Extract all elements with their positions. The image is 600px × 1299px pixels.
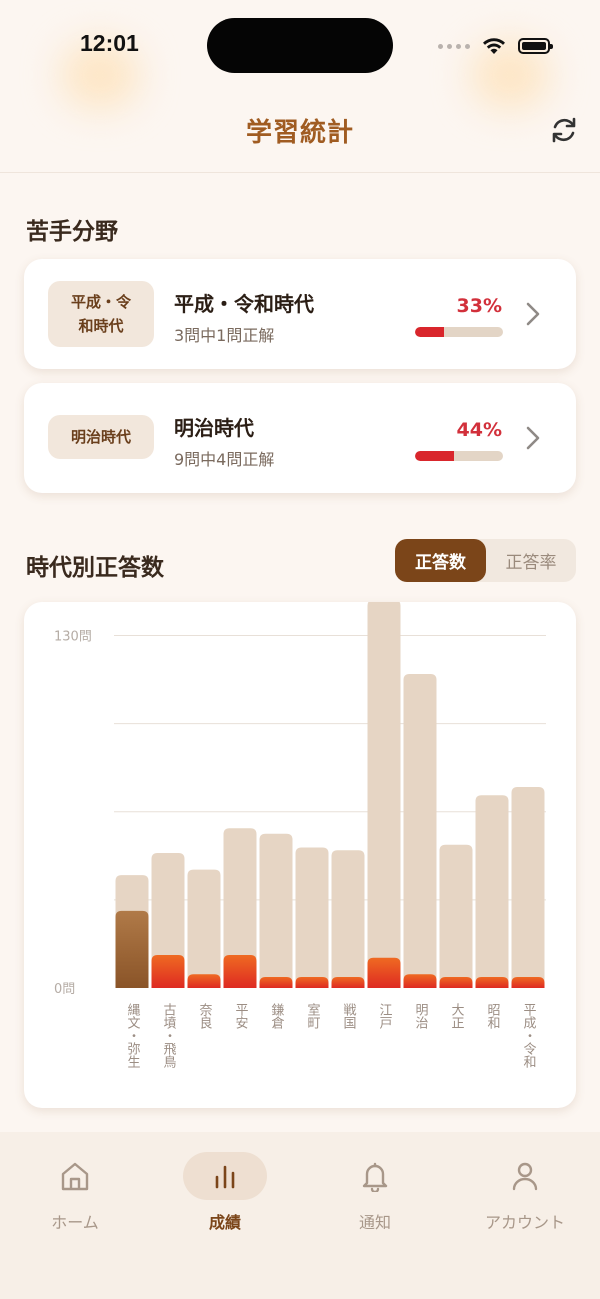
status-time: 12:01 [80,30,139,56]
x-tick-label: 戦国 [341,1003,357,1029]
x-tick-label: 江戸 [377,1003,393,1029]
weak-item-tag: 平成・令 和時代 [48,281,154,347]
weak-item-progress-fill [415,451,454,461]
bar-correct [367,957,401,988]
tab-stats[interactable]: 成績 [150,1152,300,1242]
weak-item-detail: 3問中1問正解 [174,326,275,345]
tab-notifications[interactable]: 通知 [300,1152,450,1242]
bar-correct [259,976,293,988]
bar-correct [331,976,365,988]
x-tick-label: 大正 [449,1003,465,1029]
bar-total [439,844,473,988]
chevron-right-icon [526,302,540,326]
chart-section-title: 時代別正答数 [26,555,164,581]
bar-chart-icon [215,1165,235,1189]
status-bar: 12:01 [0,0,600,90]
weak-item-tag: 明治時代 [48,415,154,459]
chevron-right-icon [526,426,540,450]
bar-total [187,869,221,988]
y-tick-label: 130問 [54,630,92,645]
bar-chart: 0問 130問縄文・弥生 古墳・飛鳥 奈良 平安 鎌倉 室町 戦国 江戸 明治 大正 昭和 平成・令和 [54,602,546,1069]
battery-icon [518,38,553,54]
bell-icon [362,1162,388,1192]
weak-item-name: 平成・令和時代 [174,292,314,316]
toggle-correct-rate[interactable]: 正答率 [486,539,576,582]
wifi-icon [483,38,505,54]
x-tick-label: 平成・令和 [521,1003,537,1068]
x-tick-label: 奈良 [197,1003,213,1029]
person-icon [512,1162,538,1191]
header-divider [0,172,600,173]
x-tick-label: 明治 [413,1003,429,1029]
bar-total [295,847,329,988]
bar-correct [403,974,437,988]
status-icons [438,36,553,56]
x-tick-label: 室町 [305,1002,321,1029]
x-tick-label: 平安 [233,1003,249,1029]
chart-card: 0問 130問縄文・弥生 古墳・飛鳥 奈良 平安 鎌倉 室町 戦国 江戸 明治 大正 昭和 平成・令和 [24,602,576,1108]
home-icon [61,1162,89,1191]
weak-item-detail: 9問中4問正解 [174,450,275,469]
chart-mode-toggle: 正答数 正答率 [395,539,576,582]
weak-item-percent: 44% [456,419,502,441]
y-tick-label: 0問 [54,982,75,997]
weak-item-card[interactable]: 明治時代 明治時代 9問中4問正解 44% [24,383,576,493]
weak-item-progress-fill [415,327,445,337]
x-tick-label: 鎌倉 [269,1003,285,1030]
refresh-icon[interactable] [548,114,580,146]
x-tick-label: 縄文・弥生 [125,1003,141,1068]
bar-total [367,602,401,988]
bar-total [331,850,365,988]
weak-item-progress [415,451,503,461]
bar-total [475,795,509,988]
weak-item-name: 明治時代 [174,416,254,440]
tab-label: ホーム [51,1213,99,1232]
x-tick-label: 昭和 [485,1003,501,1029]
x-tick-label: 古墳・飛鳥 [161,1003,177,1069]
weak-item-percent: 33% [456,295,502,317]
bar-correct [223,954,257,988]
toggle-correct-count[interactable]: 正答数 [395,539,486,582]
bar-total [403,674,437,988]
tab-home[interactable]: ホーム [0,1152,150,1242]
signal-icon [438,43,470,49]
tab-label: 成績 [208,1213,241,1232]
tab-account[interactable]: アカウント [450,1152,600,1242]
bar-correct [475,976,509,988]
tab-label: 通知 [358,1213,391,1232]
tab-label: アカウント [484,1213,565,1232]
bar-correct [151,954,185,988]
bar-total [259,833,293,988]
bar-correct [187,974,221,988]
weak-item-progress [415,327,503,337]
page-title: 学習統計 [245,118,354,148]
bar-correct [295,976,329,988]
bar-correct [439,976,473,988]
bar-correct [115,910,149,988]
bar-correct [511,976,545,988]
dynamic-island [207,18,393,73]
bar-total [511,786,545,988]
weak-item-card[interactable]: 平成・令 和時代 平成・令和時代 3問中1問正解 33% [24,259,576,369]
weak-section-title: 苦手分野 [26,219,118,245]
